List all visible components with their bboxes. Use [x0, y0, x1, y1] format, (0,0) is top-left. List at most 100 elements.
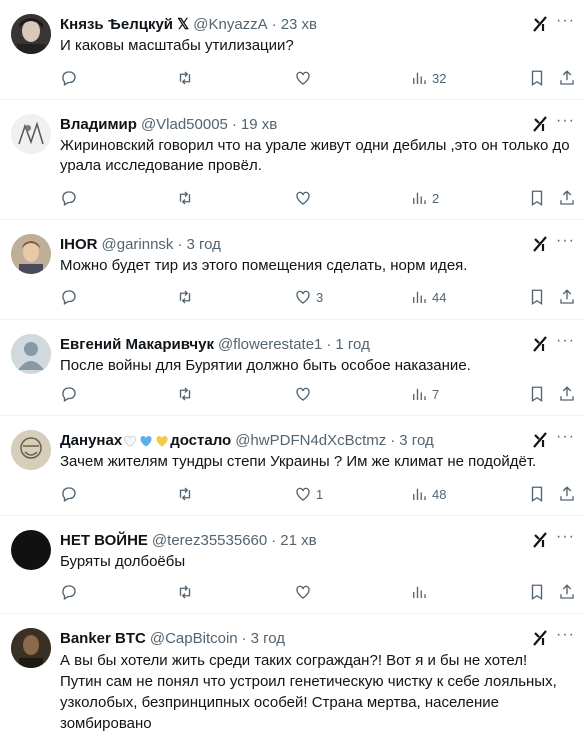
tweet[interactable]: Banker BTC @CapBitcoin · 3 год ··· А вы … [0, 614, 584, 741]
user-handle[interactable]: @flowerestate1 [218, 336, 322, 353]
reply-button[interactable] [60, 583, 78, 601]
share-button[interactable] [558, 583, 576, 601]
separator-dot: · [241, 629, 247, 647]
bookmark-button[interactable] [528, 288, 546, 306]
avatar[interactable] [11, 530, 51, 570]
tweet[interactable]: Владимир @Vlad50005 · 19 хв ··· Жириновс… [0, 100, 584, 220]
avatar[interactable] [11, 334, 51, 374]
timestamp[interactable]: 3 год [251, 630, 285, 647]
tweet-actions: 3 44 [60, 287, 574, 307]
grok-icon[interactable] [530, 628, 550, 648]
tweet-text: После войны для Бурятии должно быть особ… [60, 357, 471, 374]
user-handle[interactable]: @KnyazzA [193, 16, 267, 33]
display-name[interactable]: Banker BTC [60, 630, 146, 647]
grok-icon[interactable] [530, 114, 550, 134]
grok-icon[interactable] [530, 234, 550, 254]
retweet-button[interactable] [176, 385, 194, 403]
bookmark-button[interactable] [528, 69, 546, 87]
likes-count: 3 [316, 289, 324, 305]
tweet[interactable]: Данунах достало @hwPDFN4dXcBctmz · 3 год … [0, 416, 584, 516]
tweet[interactable]: Князь Ѣелцкуй 𝕏 @KnyazzA · 23 хв ··· И к… [0, 0, 584, 100]
more-options-icon[interactable]: ··· [556, 233, 574, 254]
like-button[interactable]: 1 [294, 485, 323, 503]
tweet[interactable]: Евгений Макаривчук @flowerestate1 · 1 го… [0, 320, 584, 416]
display-name[interactable]: НЕТ ВОЙНЕ [60, 532, 148, 549]
tweet-text: А вы бы хотели жить среди таких согражда… [60, 650, 572, 734]
reply-button[interactable] [60, 189, 78, 207]
display-name[interactable]: Владимир [60, 116, 137, 133]
retweet-button[interactable] [176, 485, 194, 503]
more-options-icon[interactable]: ··· [556, 627, 574, 648]
reply-icon [62, 585, 76, 600]
tweet[interactable]: НЕТ ВОЙНЕ @terez35535660 · 21 хв ··· Бур… [0, 516, 584, 614]
grok-icon[interactable] [530, 334, 550, 354]
tweet-text-line: А вы бы хотели жить среди таких согражда… [60, 652, 528, 669]
share-button[interactable] [558, 189, 576, 207]
avatar[interactable] [11, 430, 51, 470]
more-options-icon[interactable]: ··· [556, 529, 574, 550]
views-button[interactable]: 7 [410, 385, 439, 403]
tweet-actions [60, 582, 574, 602]
reply-icon [62, 71, 76, 86]
avatar[interactable] [11, 114, 51, 154]
bookmark-button[interactable] [528, 485, 546, 503]
display-name[interactable]: Евгений Макаривчук [60, 336, 214, 353]
retweet-button[interactable] [176, 583, 194, 601]
timestamp[interactable]: 23 хв [281, 16, 317, 33]
user-handle[interactable]: @hwPDFN4dXcBctmz [235, 432, 386, 449]
user-handle[interactable]: @terez35535660 [152, 532, 267, 549]
timestamp[interactable]: 19 хв [241, 116, 277, 133]
views-button[interactable]: 48 [410, 485, 446, 503]
grok-icon[interactable] [530, 14, 550, 34]
avatar[interactable] [11, 628, 51, 668]
share-button[interactable] [558, 69, 576, 87]
reply-button[interactable] [60, 485, 78, 503]
display-name[interactable]: Данунах достало [60, 432, 231, 449]
views-button[interactable]: 2 [410, 189, 439, 207]
retweet-button[interactable] [176, 189, 194, 207]
share-button[interactable] [558, 288, 576, 306]
views-button[interactable]: 44 [410, 288, 446, 306]
more-options-icon[interactable]: ··· [556, 333, 574, 354]
user-handle[interactable]: @garinnsk [102, 236, 174, 253]
separator-dot: · [271, 15, 277, 33]
retweet-button[interactable] [176, 288, 194, 306]
user-handle[interactable]: @Vlad50005 [141, 116, 228, 133]
reply-button[interactable] [60, 69, 78, 87]
grok-icon[interactable] [530, 430, 550, 450]
retweet-icon [179, 487, 191, 501]
tweet-text: Зачем жителям тундры степи Украины ? Им … [60, 453, 537, 470]
separator-dot: · [326, 335, 332, 353]
share-button[interactable] [558, 485, 576, 503]
like-button[interactable]: 3 [294, 288, 323, 306]
like-button[interactable] [294, 189, 312, 207]
more-options-icon[interactable]: ··· [556, 13, 574, 34]
more-options-icon[interactable]: ··· [556, 429, 574, 450]
avatar[interactable] [11, 234, 51, 274]
like-button[interactable] [294, 583, 312, 601]
display-name[interactable]: Князь Ѣелцкуй 𝕏 [60, 15, 189, 33]
tweet-actions: 2 [60, 188, 574, 208]
retweet-button[interactable] [176, 69, 194, 87]
tweet-text-line: зомбировано [60, 715, 152, 732]
bookmark-button[interactable] [528, 189, 546, 207]
tweet[interactable]: IHOR @garinnsk · 3 год ··· Можно будет т… [0, 220, 584, 320]
user-handle[interactable]: @CapBitcoin [150, 630, 238, 647]
views-button[interactable]: 32 [410, 69, 446, 87]
like-button[interactable] [294, 69, 312, 87]
timestamp[interactable]: 3 год [399, 432, 433, 449]
bookmark-button[interactable] [528, 385, 546, 403]
grok-icon[interactable] [530, 530, 550, 550]
display-name[interactable]: IHOR [60, 236, 98, 253]
bookmark-button[interactable] [528, 583, 546, 601]
reply-button[interactable] [60, 385, 78, 403]
share-button[interactable] [558, 385, 576, 403]
timestamp[interactable]: 1 год [335, 336, 369, 353]
like-button[interactable] [294, 385, 312, 403]
views-button[interactable] [410, 583, 428, 601]
more-options-icon[interactable]: ··· [556, 113, 574, 134]
timestamp[interactable]: 21 хв [280, 532, 316, 549]
avatar[interactable] [11, 14, 51, 54]
timestamp[interactable]: 3 год [186, 236, 220, 253]
reply-button[interactable] [60, 288, 78, 306]
